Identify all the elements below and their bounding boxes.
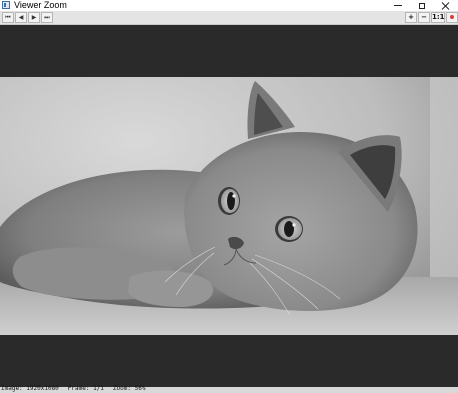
minimize-icon bbox=[394, 5, 402, 6]
previous-frame-button[interactable]: ◀ bbox=[15, 12, 27, 23]
zoom-out-button[interactable]: − bbox=[418, 12, 430, 23]
status-zoom: Zoom: 56% bbox=[112, 385, 146, 392]
status-bar: Image: 1920x1080 Frame: 1/1 Zoom: 56% bbox=[0, 385, 458, 393]
status-text: Image: 1920x1080 Frame: 1/1 Zoom: 56% bbox=[1, 385, 154, 393]
viewer-window: Viewer Zoom ⏮ ◀ ▶ ⏭ + − 1:1 Image: 1920x… bbox=[0, 0, 458, 393]
maximize-button[interactable] bbox=[410, 0, 434, 11]
app-icon bbox=[2, 1, 10, 9]
window-title: Viewer Zoom bbox=[14, 0, 67, 10]
last-frame-button[interactable]: ⏭ bbox=[41, 12, 53, 23]
close-button[interactable] bbox=[434, 0, 458, 11]
next-frame-button[interactable]: ▶ bbox=[28, 12, 40, 23]
record-button[interactable] bbox=[446, 12, 458, 23]
toolbar: ⏮ ◀ ▶ ⏭ + − 1:1 bbox=[0, 11, 458, 25]
maximize-icon bbox=[419, 2, 425, 9]
zoom-in-button[interactable]: + bbox=[405, 12, 417, 23]
actual-size-button[interactable]: 1:1 bbox=[431, 12, 445, 23]
minimize-button[interactable] bbox=[386, 0, 410, 11]
title-bar[interactable]: Viewer Zoom bbox=[0, 0, 458, 11]
status-frame: Frame: 1/1 bbox=[67, 385, 104, 392]
first-frame-button[interactable]: ⏮ bbox=[2, 12, 14, 23]
cat-photo bbox=[0, 77, 458, 335]
image-viewport[interactable] bbox=[0, 25, 458, 387]
status-image-size: Image: 1920x1080 bbox=[1, 385, 59, 392]
record-icon bbox=[450, 15, 454, 19]
close-icon bbox=[442, 2, 450, 10]
